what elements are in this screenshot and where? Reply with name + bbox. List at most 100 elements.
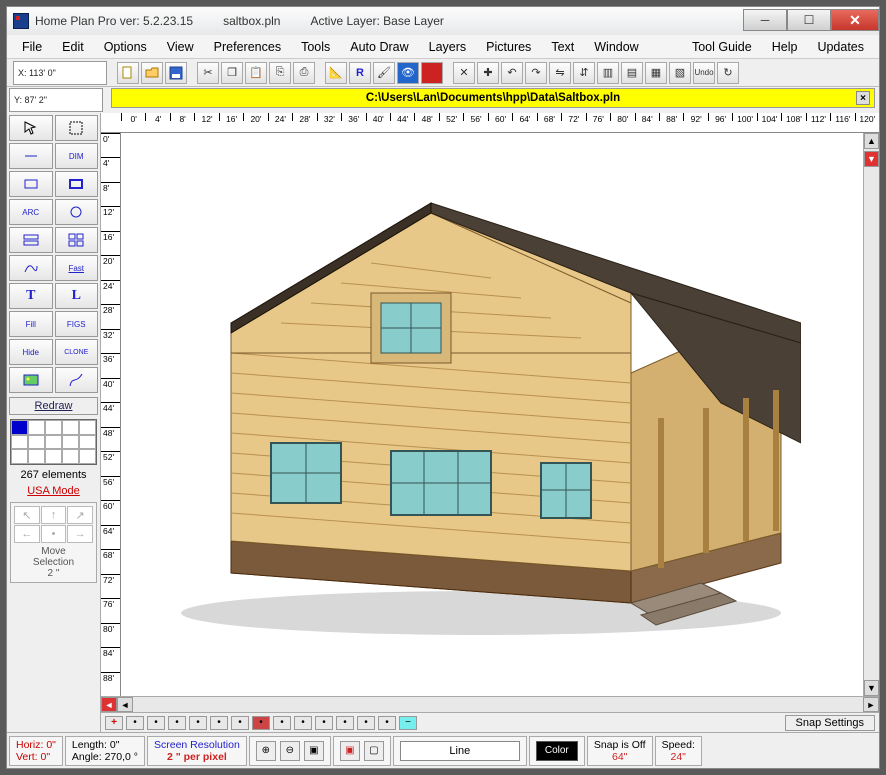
linestyle-dropdown[interactable]: Line — [400, 741, 520, 761]
snap-dot-7[interactable]: • — [273, 716, 291, 730]
zoom-fit-icon[interactable]: ▣ — [304, 741, 324, 761]
tb-align[interactable]: ▥ — [597, 62, 619, 84]
tool-arc[interactable]: ARC — [9, 199, 53, 225]
snap-dot-10[interactable]: • — [336, 716, 354, 730]
tb-paste[interactable]: 📋 — [245, 62, 267, 84]
menu-view[interactable]: View — [160, 38, 201, 56]
snap-dot-1[interactable]: • — [126, 716, 144, 730]
minimize-button[interactable]: ─ — [743, 9, 787, 31]
tool-wall-b[interactable] — [55, 227, 99, 253]
scroll-left-icon[interactable]: ◄ — [117, 697, 133, 712]
zoom-out-icon[interactable]: ⊖ — [280, 741, 300, 761]
tb-brush[interactable]: 🖌 — [373, 62, 395, 84]
tb-grid[interactable]: ▦ — [645, 62, 667, 84]
scroll-marker-icon[interactable]: ▼ — [864, 151, 879, 167]
menu-tools[interactable]: Tools — [294, 38, 337, 56]
menu-pictures[interactable]: Pictures — [479, 38, 538, 56]
menu-layers[interactable]: Layers — [422, 38, 474, 56]
tool-figs[interactable]: FIGS — [55, 311, 99, 337]
redraw-button[interactable]: Redraw — [9, 397, 98, 415]
tool-dim[interactable]: DIM — [55, 143, 99, 169]
snap-dot-12[interactable]: • — [378, 716, 396, 730]
tool-rect-b[interactable] — [55, 171, 99, 197]
tb-flip-h[interactable]: ⇋ — [549, 62, 571, 84]
pathbar-close-icon[interactable]: × — [856, 91, 870, 105]
tb-plus[interactable]: ✚ — [477, 62, 499, 84]
menu-window[interactable]: Window — [587, 38, 645, 56]
tb-x[interactable]: ✕ — [453, 62, 475, 84]
tool-hide[interactable]: Hide — [9, 339, 53, 365]
tool-freeline[interactable] — [55, 367, 99, 393]
tool-text-t[interactable]: T — [9, 283, 53, 309]
snap-minus[interactable]: − — [399, 716, 417, 730]
tool-curve[interactable] — [9, 255, 53, 281]
tb-flip-v[interactable]: ⇵ — [573, 62, 595, 84]
color-palette[interactable] — [10, 419, 97, 465]
tool-select-arrow[interactable] — [9, 115, 53, 141]
tool-fast[interactable]: Fast — [55, 255, 99, 281]
tool-line[interactable] — [9, 143, 53, 169]
snap-dot-8[interactable]: • — [294, 716, 312, 730]
tb-ruler[interactable]: 📐 — [325, 62, 347, 84]
tb-text-r[interactable]: R — [349, 62, 371, 84]
move-w[interactable]: ← — [14, 525, 40, 543]
tool-wall-a[interactable] — [9, 227, 53, 253]
scroll-left-red-icon[interactable]: ◄ — [101, 697, 117, 712]
tb-rot-r[interactable]: ↷ — [525, 62, 547, 84]
move-e[interactable]: → — [67, 525, 93, 543]
move-center[interactable]: • — [41, 525, 67, 543]
menu-toolguide[interactable]: Tool Guide — [685, 38, 759, 56]
tb-copy2[interactable]: ⎘ — [269, 62, 291, 84]
status-snap[interactable]: Snap is Off64" — [587, 736, 653, 766]
tool-circle[interactable] — [55, 199, 99, 225]
tool-image[interactable] — [9, 367, 53, 393]
tb-rot-l[interactable]: ↶ — [501, 62, 523, 84]
scroll-down-icon[interactable]: ▼ — [864, 680, 879, 696]
snap-dot-red[interactable]: • — [252, 716, 270, 730]
snap-plus[interactable]: + — [105, 716, 123, 730]
move-nw[interactable]: ↖ — [14, 506, 40, 524]
menu-autodraw[interactable]: Auto Draw — [343, 38, 415, 56]
tb-color[interactable]: ▧ — [669, 62, 691, 84]
tool-rect-a[interactable] — [9, 171, 53, 197]
tb-save[interactable] — [165, 62, 187, 84]
tb-redo[interactable]: ↻ — [717, 62, 739, 84]
select-b-icon[interactable]: ▢ — [364, 741, 384, 761]
tb-open[interactable] — [141, 62, 163, 84]
move-n[interactable]: ↑ — [41, 506, 67, 524]
close-button[interactable]: ✕ — [831, 9, 879, 31]
vertical-scrollbar[interactable]: ▲ ▼ ▼ — [863, 133, 879, 696]
horizontal-scrollbar[interactable]: ◄ ◄ ► — [101, 696, 879, 712]
menu-edit[interactable]: Edit — [55, 38, 91, 56]
scroll-up-icon[interactable]: ▲ — [864, 133, 879, 149]
snap-dot-6[interactable]: • — [231, 716, 249, 730]
tb-eye[interactable]: 👁 — [397, 62, 419, 84]
tb-stop[interactable] — [421, 62, 443, 84]
menu-text[interactable]: Text — [544, 38, 581, 56]
menu-help[interactable]: Help — [765, 38, 805, 56]
tool-clone[interactable]: CLONE — [55, 339, 99, 365]
snap-dot-9[interactable]: • — [315, 716, 333, 730]
snap-dot-11[interactable]: • — [357, 716, 375, 730]
move-ne[interactable]: ↗ — [67, 506, 93, 524]
tb-new[interactable] — [117, 62, 139, 84]
tb-copy[interactable]: ❐ — [221, 62, 243, 84]
zoom-in-icon[interactable]: ⊕ — [256, 741, 276, 761]
tool-fill[interactable]: Fill — [9, 311, 53, 337]
snap-settings-button[interactable]: Snap Settings — [785, 715, 876, 731]
tool-text-l[interactable]: L — [55, 283, 99, 309]
menu-file[interactable]: File — [15, 38, 49, 56]
tool-select-marquee[interactable] — [55, 115, 99, 141]
snap-dot-2[interactable]: • — [147, 716, 165, 730]
scroll-right-icon[interactable]: ► — [863, 697, 879, 712]
menu-preferences[interactable]: Preferences — [207, 38, 288, 56]
snap-dot-4[interactable]: • — [189, 716, 207, 730]
tb-align2[interactable]: ▤ — [621, 62, 643, 84]
tb-copy3[interactable]: ⎙ — [293, 62, 315, 84]
usa-mode-link[interactable]: USA Mode — [27, 485, 80, 497]
menu-options[interactable]: Options — [97, 38, 154, 56]
drawing-canvas[interactable] — [121, 133, 863, 696]
tb-cut[interactable]: ✂ — [197, 62, 219, 84]
select-a-icon[interactable]: ▣ — [340, 741, 360, 761]
snap-dot-5[interactable]: • — [210, 716, 228, 730]
